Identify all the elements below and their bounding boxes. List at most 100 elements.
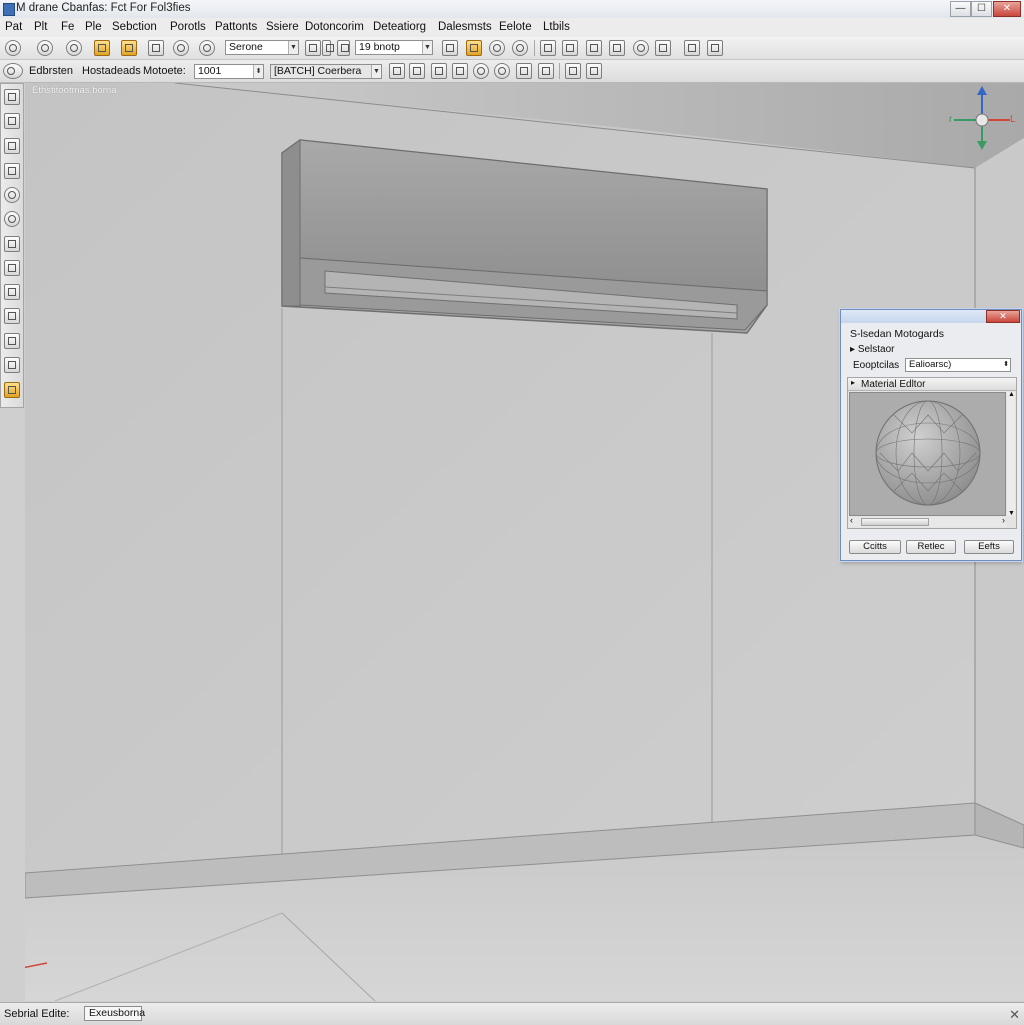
menu-item[interactable]: Ple: [85, 21, 102, 33]
chevron-down-icon: ▼: [371, 65, 381, 78]
array-icon[interactable]: [707, 40, 723, 56]
batch-select[interactable]: [BATCH] Coerbera ▼: [270, 64, 382, 79]
menu-item[interactable]: Ltbils: [543, 21, 570, 33]
snap-icon[interactable]: [199, 40, 215, 56]
ruler-icon[interactable]: [4, 357, 20, 373]
pin-icon[interactable]: [173, 40, 189, 56]
paint-icon[interactable]: [4, 284, 20, 300]
grid-icon[interactable]: [4, 89, 20, 105]
minimize-button[interactable]: —: [950, 1, 971, 17]
frame-icon[interactable]: [305, 40, 321, 56]
menu-item[interactable]: Pattonts: [215, 21, 257, 33]
menu-item[interactable]: Dalesmsts: [438, 21, 492, 33]
graph-icon[interactable]: [562, 40, 578, 56]
menu-item[interactable]: Deteatiorg: [373, 21, 426, 33]
chevron-down-icon[interactable]: ▼: [1008, 510, 1015, 517]
menu-item[interactable]: Plt: [34, 21, 47, 33]
chevron-left-icon[interactable]: ‹: [850, 515, 853, 525]
list-icon[interactable]: [609, 40, 625, 56]
magnify-icon[interactable]: [66, 40, 82, 56]
box-icon[interactable]: [389, 63, 405, 79]
link-icon[interactable]: [5, 40, 21, 56]
grid-icon[interactable]: [409, 63, 425, 79]
bend-icon[interactable]: [494, 63, 510, 79]
spinner-arrows-icon: ⬍: [253, 65, 263, 78]
image-icon[interactable]: [4, 138, 20, 154]
light-icon[interactable]: [442, 40, 458, 56]
schematic-icon[interactable]: [586, 40, 602, 56]
dialog-row-selector[interactable]: ▸ Selstaor: [850, 344, 895, 355]
render-icon[interactable]: [121, 40, 137, 56]
lasso-icon[interactable]: [37, 40, 53, 56]
preview-scrollbar[interactable]: ‹ ›: [849, 515, 1006, 527]
chevron-down-icon: ▼: [288, 41, 298, 54]
view-select[interactable]: Serone ▼: [225, 40, 299, 55]
menu-item[interactable]: Sebction: [112, 21, 157, 33]
cut-icon[interactable]: [516, 63, 532, 79]
material-dialog: ✕ S-lsedan Motogards ▸ Selstaor Eooptcil…: [840, 309, 1022, 561]
spinner-icon[interactable]: [322, 40, 334, 56]
dialog-button-2[interactable]: Retlec: [906, 540, 956, 554]
dialog-button-1[interactable]: Ccitts: [849, 540, 901, 554]
pencil-icon[interactable]: [4, 333, 20, 349]
layer-select[interactable]: 19 bnotp ▼: [355, 40, 433, 55]
panel-icon[interactable]: [565, 63, 581, 79]
maximize-button[interactable]: ☐: [971, 1, 992, 17]
chevron-right-icon[interactable]: ›: [1002, 515, 1005, 525]
menu-item[interactable]: Porotls: [170, 21, 206, 33]
dialog-button-3[interactable]: Eefts: [964, 540, 1014, 554]
menu-item[interactable]: Eelote: [499, 21, 532, 33]
bucket-icon[interactable]: [4, 382, 20, 398]
status-bar: Sebrial Edite: Exeusborna ✕: [0, 1002, 1024, 1025]
menu-item[interactable]: Fe: [61, 21, 74, 33]
matrix-icon[interactable]: [538, 63, 554, 79]
menu-item[interactable]: Ssiere: [266, 21, 299, 33]
box-icon[interactable]: [4, 236, 20, 252]
app-icon: [3, 3, 15, 16]
sphere-icon[interactable]: [3, 63, 23, 79]
menu-item[interactable]: Dotoncorim: [305, 21, 364, 33]
align-icon[interactable]: [431, 63, 447, 79]
search-icon[interactable]: [633, 40, 649, 56]
toolbar-label: Edbrsten: [29, 65, 74, 77]
close-button[interactable]: ✕: [993, 1, 1021, 17]
dialog-select-value: Ealioarsc): [909, 359, 952, 370]
link-icon[interactable]: [4, 187, 20, 203]
gizmo-x-label: L: [1010, 114, 1016, 125]
menu-bar: Pat Plt Fe Ple Sebction Porotls Pattonts…: [0, 18, 1024, 38]
material-editor-panel: Material Edltor ▸ ‹ › ▲ ▼: [847, 377, 1017, 529]
layers-icon[interactable]: [4, 163, 20, 179]
globe-icon[interactable]: [512, 40, 528, 56]
dialog-close-button[interactable]: ✕: [986, 310, 1020, 323]
toolbar-label: Motoete:: [143, 65, 186, 77]
chevron-up-icon[interactable]: ▲: [1008, 391, 1015, 398]
vertical-scrollbar[interactable]: ▲ ▼: [1007, 391, 1015, 517]
material-preview[interactable]: [849, 392, 1006, 516]
dots-icon[interactable]: [586, 63, 602, 79]
grid-icon[interactable]: [684, 40, 700, 56]
pivot-icon[interactable]: [473, 63, 489, 79]
dialog-select[interactable]: Ealioarsc) ⬍: [905, 358, 1011, 372]
edit-icon[interactable]: [148, 40, 164, 56]
folder-icon[interactable]: [4, 260, 20, 276]
toggle-icon[interactable]: [337, 40, 350, 56]
value-spinner[interactable]: 1001 ⬍: [194, 64, 264, 79]
viewport-label: Ethstitootmas.borna: [32, 85, 117, 96]
material-icon[interactable]: [94, 40, 110, 56]
status-label: Sebrial Edite:: [4, 1008, 70, 1020]
lock-icon[interactable]: [466, 40, 482, 56]
curve-icon[interactable]: [540, 40, 556, 56]
menu-item[interactable]: Pat: [5, 21, 22, 33]
zoom-icon[interactable]: [4, 211, 20, 227]
status-field[interactable]: Exeusborna: [84, 1006, 145, 1021]
measure-icon[interactable]: [655, 40, 671, 56]
chevron-right-icon: ▸: [850, 344, 856, 355]
camera-icon[interactable]: [489, 40, 505, 56]
scrollbar-thumb[interactable]: [861, 518, 929, 526]
resize-grip-icon[interactable]: ✕: [1009, 1007, 1020, 1023]
chevron-down-icon: ▼: [422, 41, 432, 54]
table-icon[interactable]: [4, 113, 20, 129]
document-icon[interactable]: [4, 308, 20, 324]
mirror-icon[interactable]: [452, 63, 468, 79]
toolbar-separator: [534, 40, 535, 56]
